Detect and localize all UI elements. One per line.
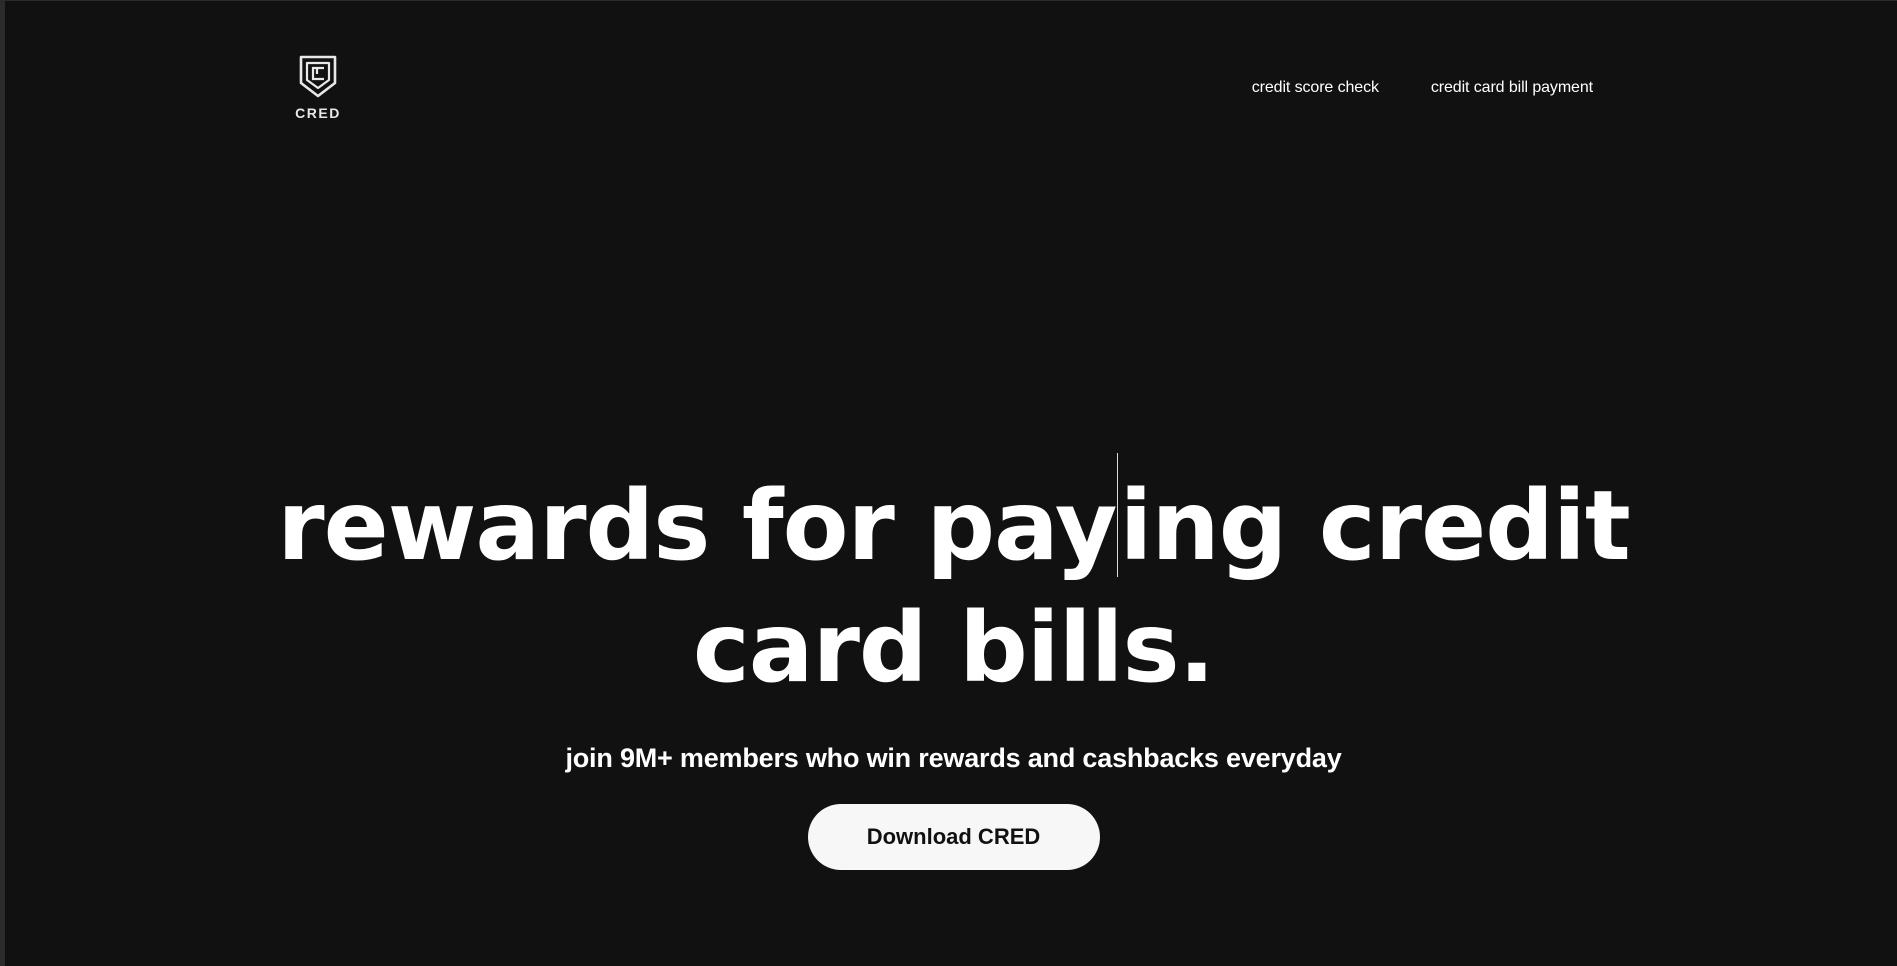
- headline-line-1: rewards for paying credit: [5, 453, 1897, 587]
- nav-credit-score-check[interactable]: credit score check: [1252, 79, 1379, 97]
- nav-credit-card-bill-payment[interactable]: credit card bill payment: [1431, 79, 1593, 97]
- headline-line-2: card bills.: [692, 592, 1215, 704]
- hero-headline: rewards for paying credit card bills.: [5, 453, 1897, 709]
- hero-section: rewards for paying credit card bills. jo…: [5, 453, 1897, 870]
- logo-text: CRED: [295, 105, 341, 121]
- headline-line-1-part-b: ing credit: [1119, 470, 1630, 582]
- logo-link[interactable]: CRED: [288, 55, 348, 125]
- top-nav: credit score check credit card bill paym…: [1252, 79, 1593, 97]
- page-frame: CRED credit score check credit card bill…: [0, 0, 1897, 966]
- headline-line-1-part-a: rewards for pay: [277, 470, 1117, 582]
- shield-c-icon: [299, 55, 337, 98]
- hero-subline: join 9M+ members who win rewards and cas…: [565, 743, 1342, 773]
- download-cred-button[interactable]: Download CRED: [807, 804, 1100, 870]
